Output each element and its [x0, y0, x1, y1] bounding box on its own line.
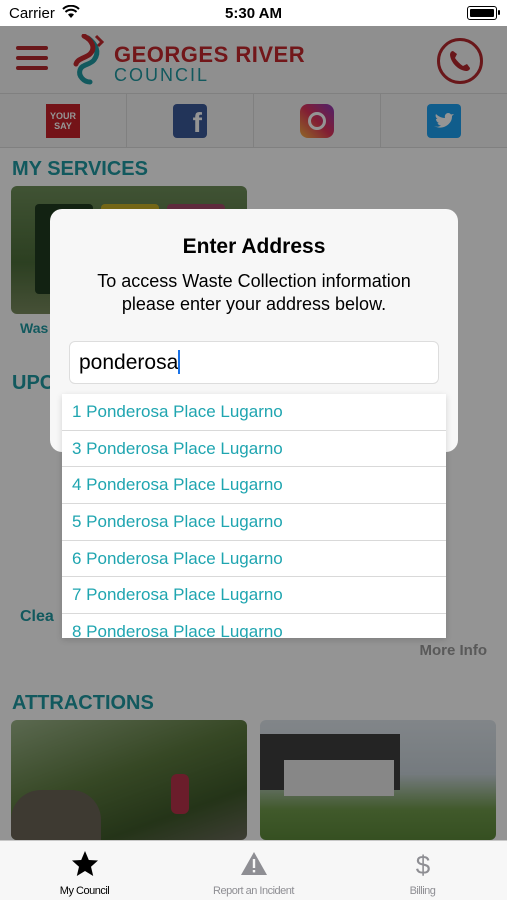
address-input[interactable]: ponderosa: [69, 341, 439, 384]
address-suggestions-list: 1 Ponderosa Place Lugarno 3 Ponderosa Pl…: [62, 394, 446, 638]
tab-billing[interactable]: $ Billing: [338, 841, 507, 900]
tab-bar: My Council Report an Incident $ Billing: [0, 840, 507, 900]
suggestion-item[interactable]: 3 Ponderosa Place Lugarno: [62, 431, 446, 468]
text-caret: [178, 350, 181, 374]
tab-label: Report an Incident: [213, 885, 294, 897]
dollar-icon: $: [415, 850, 430, 879]
star-icon: [71, 851, 98, 876]
tab-label: My Council: [59, 885, 110, 897]
battery-icon: [467, 6, 500, 20]
suggestion-item[interactable]: 5 Ponderosa Place Lugarno: [62, 504, 446, 541]
tab-report-incident[interactable]: Report an Incident: [169, 841, 338, 900]
suggestion-item[interactable]: 6 Ponderosa Place Lugarno: [62, 541, 446, 578]
svg-text:$: $: [415, 850, 430, 879]
dialog-title: Enter Address: [182, 235, 326, 258]
tab-label: Billing: [409, 885, 436, 897]
tab-my-council[interactable]: My Council: [0, 841, 169, 900]
suggestion-item[interactable]: 8 Ponderosa Place Lugarno: [62, 614, 446, 638]
address-input-value: ponderosa: [79, 351, 179, 374]
status-bar: Carrier 5:30 AM: [0, 0, 507, 26]
suggestion-item[interactable]: 7 Ponderosa Place Lugarno: [62, 577, 446, 615]
suggestion-item[interactable]: 1 Ponderosa Place Lugarno: [62, 394, 446, 431]
status-time: 5:30 AM: [225, 5, 282, 22]
dialog-message: To access Waste Collection information p…: [97, 271, 411, 314]
suggestion-item[interactable]: 4 Ponderosa Place Lugarno: [62, 467, 446, 505]
warning-icon: [240, 852, 267, 875]
